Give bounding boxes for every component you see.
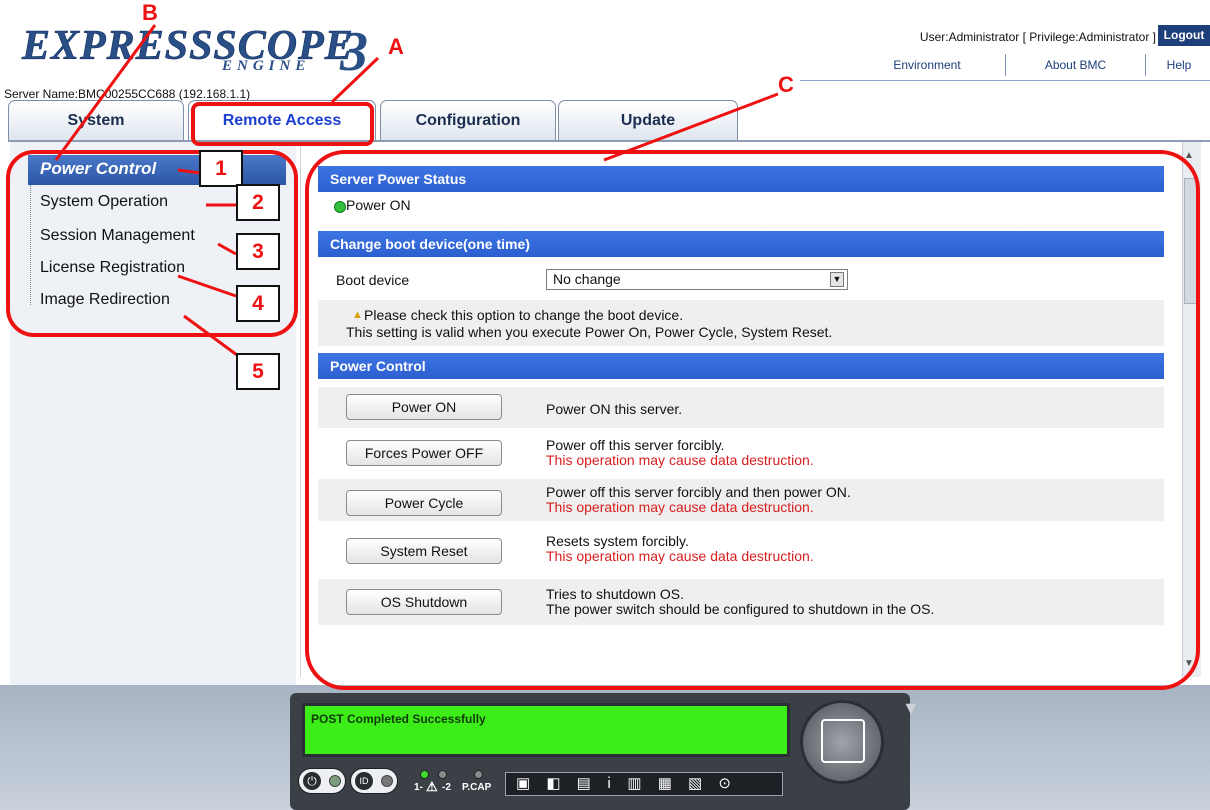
- annotation-lines: [54, 24, 779, 357]
- annotation-number-3: 3: [236, 233, 280, 270]
- annotation-number-2: 2: [236, 184, 280, 221]
- annotation-letter-a: A: [388, 34, 404, 59]
- annotation-number-5: 5: [236, 353, 280, 390]
- annotation-number-1: 1: [199, 150, 243, 187]
- annotation-letter-b: B: [142, 0, 158, 25]
- annotation-number-4: 4: [236, 285, 280, 322]
- annotation-letter-c: C: [778, 72, 794, 97]
